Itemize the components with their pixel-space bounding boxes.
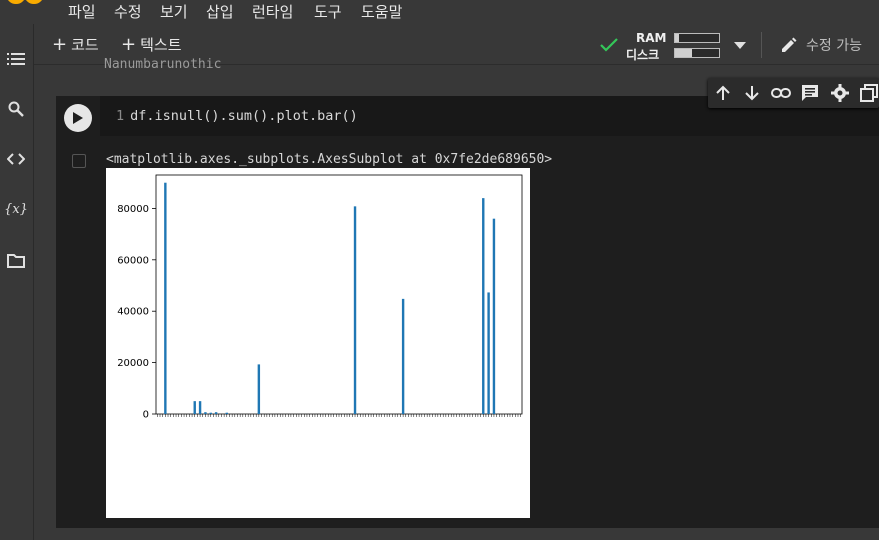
menu-view[interactable]: 보기 <box>160 1 188 22</box>
pencil-icon[interactable] <box>780 36 798 54</box>
run-cell-button[interactable] <box>64 104 92 132</box>
ram-usage-bar[interactable] <box>674 33 720 43</box>
y-tick-label: 60000 <box>117 255 149 266</box>
bar <box>225 412 228 414</box>
bar <box>257 364 261 414</box>
line-number: 1 <box>116 108 125 124</box>
files-icon[interactable] <box>3 248 29 274</box>
code-text: df.isnull().sum().plot.bar() <box>130 108 358 124</box>
add-code-label: 코드 <box>71 36 99 54</box>
menu-bar: 파일 수정 보기 삽입 런타임 도구 도움말 <box>0 0 879 24</box>
bar <box>193 401 196 414</box>
bar-chart: 0 20000 40000 60000 80000 <box>106 168 530 518</box>
edit-mode-label[interactable]: 수정 가능 <box>806 35 862 55</box>
previous-cell-output: Nanumbarunothic <box>104 57 222 72</box>
notebook-main: Nanumbarunothic 1 df.isnull().sum().plot.… <box>34 57 879 540</box>
bar <box>214 412 218 414</box>
add-code-button[interactable]: + 코드 <box>52 34 99 55</box>
move-down-icon[interactable] <box>741 82 763 104</box>
toolbar-divider <box>761 32 762 58</box>
search-icon[interactable] <box>3 96 29 122</box>
add-text-label: 텍스트 <box>140 36 182 54</box>
y-tick-label: 0 <box>143 410 149 421</box>
y-tick-label: 20000 <box>117 358 149 369</box>
disk-usage-bar[interactable] <box>674 48 720 58</box>
mirror-cell-icon[interactable] <box>858 82 879 104</box>
add-text-button[interactable]: + 텍스트 <box>121 34 182 55</box>
code-cell[interactable]: 1 df.isnull().sum().plot.bar() <matplotl… <box>56 78 879 528</box>
disk-label: 디스크 <box>626 48 660 62</box>
y-tick-label: 40000 <box>117 307 149 318</box>
comment-icon[interactable] <box>799 82 821 104</box>
variables-icon[interactable]: {x} <box>3 196 29 222</box>
menu-edit[interactable]: 수정 <box>114 1 142 22</box>
left-sidebar: {x} <box>0 24 34 540</box>
disk-usage-fill <box>675 49 692 57</box>
bar <box>164 182 167 414</box>
code-line[interactable]: 1 df.isnull().sum().plot.bar() <box>116 108 358 124</box>
bar-chart-svg: 0 20000 40000 60000 80000 <box>117 174 523 421</box>
code-snippets-icon[interactable] <box>3 146 29 172</box>
bar <box>353 206 357 414</box>
resources-dropdown-icon[interactable] <box>734 42 746 49</box>
bar <box>492 218 496 414</box>
ram-usage-fill <box>675 34 679 42</box>
settings-icon[interactable] <box>829 82 851 104</box>
cell-toolbar <box>708 78 879 108</box>
bar <box>482 198 485 414</box>
colab-logo-icon <box>8 0 42 4</box>
output-actions-icon[interactable] <box>72 154 86 168</box>
menu-insert[interactable]: 삽입 <box>206 1 234 22</box>
y-tick-label: 80000 <box>117 204 149 215</box>
menu-help[interactable]: 도움말 <box>361 1 402 22</box>
move-up-icon[interactable] <box>712 82 734 104</box>
ram-label: RAM <box>636 31 667 45</box>
connected-check-icon <box>600 38 618 52</box>
bar <box>401 298 405 414</box>
play-icon <box>73 112 83 124</box>
table-of-contents-icon[interactable] <box>3 46 29 72</box>
menu-runtime[interactable]: 런타임 <box>252 1 293 22</box>
menu-file[interactable]: 파일 <box>68 1 96 22</box>
bar <box>487 292 490 414</box>
bar <box>209 412 212 414</box>
bar <box>198 401 202 414</box>
plot-frame <box>155 174 523 415</box>
bar <box>204 412 207 414</box>
link-icon[interactable] <box>770 82 792 104</box>
menu-tools[interactable]: 도구 <box>314 1 342 22</box>
output-text: <matplotlib.axes._subplots.AxesSubplot a… <box>106 152 553 167</box>
